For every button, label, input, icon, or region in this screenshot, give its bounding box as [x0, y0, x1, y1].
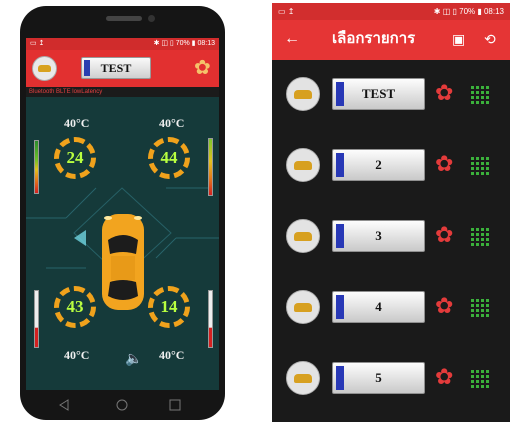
page-title: เลือกรายการ [332, 30, 416, 47]
device-name-label: TEST [100, 61, 132, 75]
qr-code-icon[interactable] [469, 84, 489, 104]
status-right: ✱ ◫ ▯ 70% ▮ 08:13 [153, 40, 215, 47]
battery-indicator-icon [84, 60, 90, 76]
device-name-button[interactable]: TEST [81, 57, 151, 79]
temp-rear-right: 40°C [159, 348, 185, 362]
qr-code-icon[interactable] [469, 226, 489, 246]
car-logo-icon [286, 290, 320, 324]
tpms-main-screen: ▭ ↥ ✱ ◫ ▯ 70% ▮ 08:13 TEST ✿ Bluetooth B… [26, 38, 219, 390]
tire-pressure-value: 43 [66, 297, 84, 316]
pressure-gauge-front-left [34, 140, 39, 194]
battery-indicator-icon [336, 153, 344, 177]
item-name-button[interactable]: TEST [332, 78, 425, 110]
status-bar: ▭ ↥ ✱ ◫ ▯ 70% ▮ 08:13 [26, 38, 219, 50]
item-name-button[interactable]: 5 [332, 362, 425, 394]
temp-front-left: 40°C [64, 116, 90, 130]
gear-icon[interactable]: ✿ [194, 58, 211, 78]
tire-pressure-value: 14 [160, 297, 178, 316]
gear-icon[interactable]: ✿ [435, 365, 453, 389]
back-nav-icon [59, 399, 69, 411]
phone-nav-bar [59, 399, 181, 411]
item-label: TEST [361, 86, 396, 101]
car-logo-icon [286, 77, 320, 111]
tire-rear-right[interactable]: 14 [148, 286, 190, 328]
qr-code-icon[interactable] [469, 368, 489, 388]
front-camera [148, 15, 155, 22]
qr-code-icon[interactable] [469, 155, 489, 175]
list-item[interactable]: 2 ✿ [272, 136, 510, 194]
gear-icon[interactable]: ✿ [435, 152, 453, 176]
gear-icon[interactable]: ✿ [435, 81, 453, 105]
status-left: ▭ ↥ [278, 7, 295, 16]
tire-front-left[interactable]: 24 [54, 137, 96, 179]
item-name-button[interactable]: 3 [332, 220, 425, 252]
car-logo-icon [286, 219, 320, 253]
pressure-gauge-rear-right [208, 290, 213, 348]
car-top-view-icon [102, 214, 144, 310]
recent-apps-icon [169, 399, 181, 411]
item-label: 2 [375, 157, 382, 172]
tire-pressure-value: 44 [160, 148, 178, 167]
list-item[interactable]: 4 ✿ [272, 278, 510, 336]
toolbar: ← เลือกรายการ ▣ ⟲ [272, 20, 510, 60]
qr-code-icon[interactable] [469, 297, 489, 317]
gear-icon[interactable]: ✿ [435, 223, 453, 247]
temp-rear-left: 40°C [64, 348, 90, 362]
battery-indicator-icon [336, 295, 344, 319]
tire-pressure-value: 24 [66, 148, 84, 167]
device-list-screen: ▭ ↥ ✱ ◫ ▯ 70% ▮ 08:13 ← เลือกรายการ ▣ ⟲ … [272, 3, 510, 422]
phone-device: ▭ ↥ ✱ ◫ ▯ 70% ▮ 08:13 TEST ✿ Bluetooth B… [20, 6, 225, 420]
item-label: 4 [375, 299, 382, 314]
tire-front-right[interactable]: 44 [148, 137, 190, 179]
pressure-gauge-front-right [208, 138, 213, 196]
item-name-button[interactable]: 4 [332, 291, 425, 323]
history-icon[interactable]: ⟲ [484, 29, 496, 49]
tire-rear-left[interactable]: 43 [54, 286, 96, 328]
item-label: 5 [375, 370, 382, 385]
item-label: 3 [375, 228, 382, 243]
phone-speaker-grille [106, 16, 142, 21]
home-nav-icon [116, 399, 128, 411]
car-logo-icon [286, 361, 320, 395]
battery-indicator-icon [336, 224, 344, 248]
save-icon[interactable]: ▣ [452, 29, 465, 49]
battery-indicator-icon [336, 366, 344, 390]
car-logo-icon [286, 148, 320, 182]
gear-icon[interactable]: ✿ [435, 294, 453, 318]
app-header: TEST ✿ [26, 50, 219, 87]
status-bar: ▭ ↥ ✱ ◫ ▯ 70% ▮ 08:13 [272, 3, 510, 20]
list-item[interactable]: 5 ✿ [272, 349, 510, 407]
status-left: ▭ ↥ [30, 40, 45, 47]
bluetooth-status: Bluetooth BLTE lowLatency [26, 87, 219, 97]
list-item[interactable]: TEST ✿ [272, 65, 510, 123]
temp-front-right: 40°C [159, 116, 185, 130]
speaker-icon[interactable]: 🔈 [125, 350, 142, 367]
item-name-button[interactable]: 2 [332, 149, 425, 181]
pressure-gauge-rear-left [34, 290, 39, 348]
back-arrow-icon[interactable]: ← [284, 29, 300, 49]
list-item[interactable]: 3 ✿ [272, 207, 510, 265]
car-logo-icon[interactable] [32, 56, 57, 81]
status-right: ✱ ◫ ▯ 70% ▮ 08:13 [433, 7, 504, 16]
battery-indicator-icon [336, 82, 344, 106]
